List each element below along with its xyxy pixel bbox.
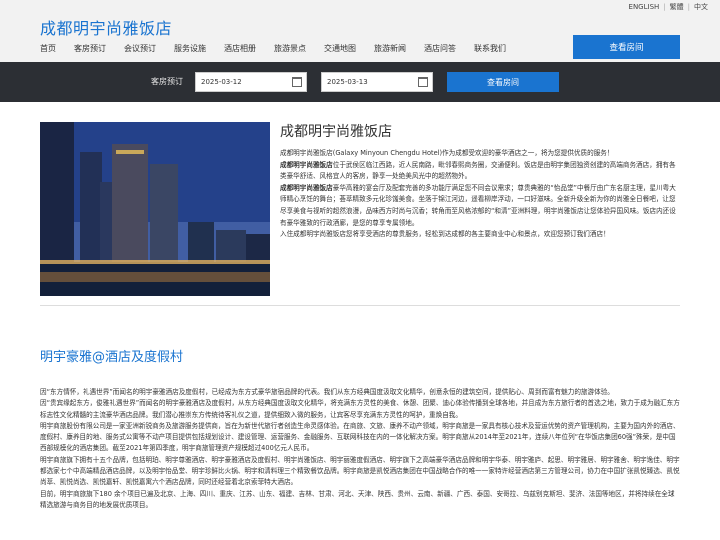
intro-paragraph: 成都明宇尚雅饭店(Galaxy Minyoun Chengdu Hotel)作为… — [280, 149, 614, 157]
view-rooms-button-top[interactable]: 查看房间 — [573, 35, 680, 59]
lang-english[interactable]: ENGLISH — [629, 3, 660, 11]
hotel-night-photo — [40, 122, 270, 296]
intro-paragraph: 成都明宇尚雅饭店位于武侯区临江西路，近人民南路，毗邻春熙商务圈，交通便利。饭店是… — [280, 160, 680, 183]
intro-paragraph: 入住成都明宇尚雅饭店您将享受酒店的尊贵服务，轻松到达成都的各主要商业中心和景点，… — [280, 230, 610, 239]
calendar-icon[interactable] — [292, 77, 302, 87]
nav-home[interactable]: 首页 — [40, 43, 56, 54]
nav-attractions[interactable]: 旅游景点 — [274, 43, 306, 54]
hotel-photo-illustration — [40, 122, 270, 296]
nav-room-booking[interactable]: 客房预订 — [74, 43, 106, 54]
brand-paragraph: 因“贵宾缘起东方，俊雅礼遇世界”而闻名的明宇豪雅酒店及度假村，从东方经典国度汲取… — [40, 399, 680, 419]
intro-text: 位于武侯区临江西路，近人民南路，毗邻春熙商务圈，交通便利。饭店是由明宇集团独资创… — [280, 160, 676, 181]
site-header: 成都明宇尚雅饭店 首页 客房预订 会议预订 服务设施 酒店相册 旅游景点 交通地… — [0, 0, 720, 62]
nav-map[interactable]: 交通地图 — [324, 43, 356, 54]
nav-album[interactable]: 酒店相册 — [224, 43, 256, 54]
lang-traditional[interactable]: 繁體 — [670, 2, 684, 12]
nav-news[interactable]: 旅游新闻 — [374, 43, 406, 54]
checkin-date-input[interactable]: 2025-03-12 — [195, 72, 307, 92]
lang-separator: | — [687, 3, 690, 11]
hotel-name-bold: 成都明宇尚雅饭店 — [280, 160, 333, 169]
hotel-name-bold: 成都明宇尚雅饭店 — [280, 183, 333, 192]
nav-contact[interactable]: 联系我们 — [474, 43, 506, 54]
brand-paragraph: 目前，明宇商旅旗下180 余个项目已遍及北京、上海、四川、重庆、江苏、山东、福建… — [40, 489, 675, 509]
section-divider — [40, 305, 680, 306]
lang-separator: | — [663, 3, 666, 11]
checkout-date-input[interactable]: 2025-03-13 — [321, 72, 433, 92]
site-title[interactable]: 成都明宇尚雅饭店 — [40, 15, 172, 39]
booking-bar: 客房预订 2025-03-12 2025-03-13 查看房间 — [0, 62, 720, 102]
checkout-date-value: 2025-03-13 — [327, 78, 368, 86]
brand-section-title: 明宇豪雅@酒店及度假村 — [40, 350, 184, 365]
language-switcher: ENGLISH | 繁體 | 中文 — [629, 2, 708, 12]
hotel-title: 成都明宇尚雅饭店 — [280, 124, 392, 140]
nav-facilities[interactable]: 服务设施 — [174, 43, 206, 54]
brand-paragraph: 明宇商旅旗下拥有十五个品牌，包括明珀、明宇尊雅酒店、明宇豪雅酒店及度假村、明宇尚… — [40, 455, 680, 487]
booking-label: 客房预订 — [151, 77, 183, 86]
hotel-introduction: 成都明宇尚雅饭店(Galaxy Minyoun Chengdu Hotel)作为… — [280, 148, 680, 241]
nav-meeting-booking[interactable]: 会议预订 — [124, 43, 156, 54]
intro-text: 豪华高雅的宴会厅及配套完善的多功能厅满足您不同会议需求；尊贵典雅的“怡品堂”中餐… — [280, 183, 676, 227]
checkin-date-value: 2025-03-12 — [201, 78, 242, 86]
lang-simplified[interactable]: 中文 — [694, 2, 708, 12]
calendar-icon[interactable] — [418, 77, 428, 87]
view-rooms-button[interactable]: 查看房间 — [447, 72, 559, 92]
main-nav: 首页 客房预订 会议预订 服务设施 酒店相册 旅游景点 交通地图 旅游新闻 酒店… — [40, 43, 524, 54]
brand-paragraph: 因“东方情怀，礼遇世界”而闻名的明宇豪雅酒店及度假村，已经成为东方式豪华旅宿品牌… — [40, 388, 614, 396]
main-content: 成都明宇尚雅饭店 成都明宇尚雅饭店(Galaxy Minyoun Chengdu… — [0, 102, 720, 540]
brand-description: 因“东方情怀，礼遇世界”而闻名的明宇豪雅酒店及度假村，已经成为东方式豪华旅宿品牌… — [40, 387, 680, 511]
intro-paragraph: 成都明宇尚雅饭店豪华高雅的宴会厅及配套完善的多功能厅满足您不同会议需求；尊贵典雅… — [280, 183, 680, 229]
brand-paragraph: 明宇商旅股份有限公司是一家亚洲新锐商务及旅游服务提供商，旨在为新世代旅行者创造生… — [40, 421, 680, 453]
nav-faq[interactable]: 酒店问答 — [424, 43, 456, 54]
